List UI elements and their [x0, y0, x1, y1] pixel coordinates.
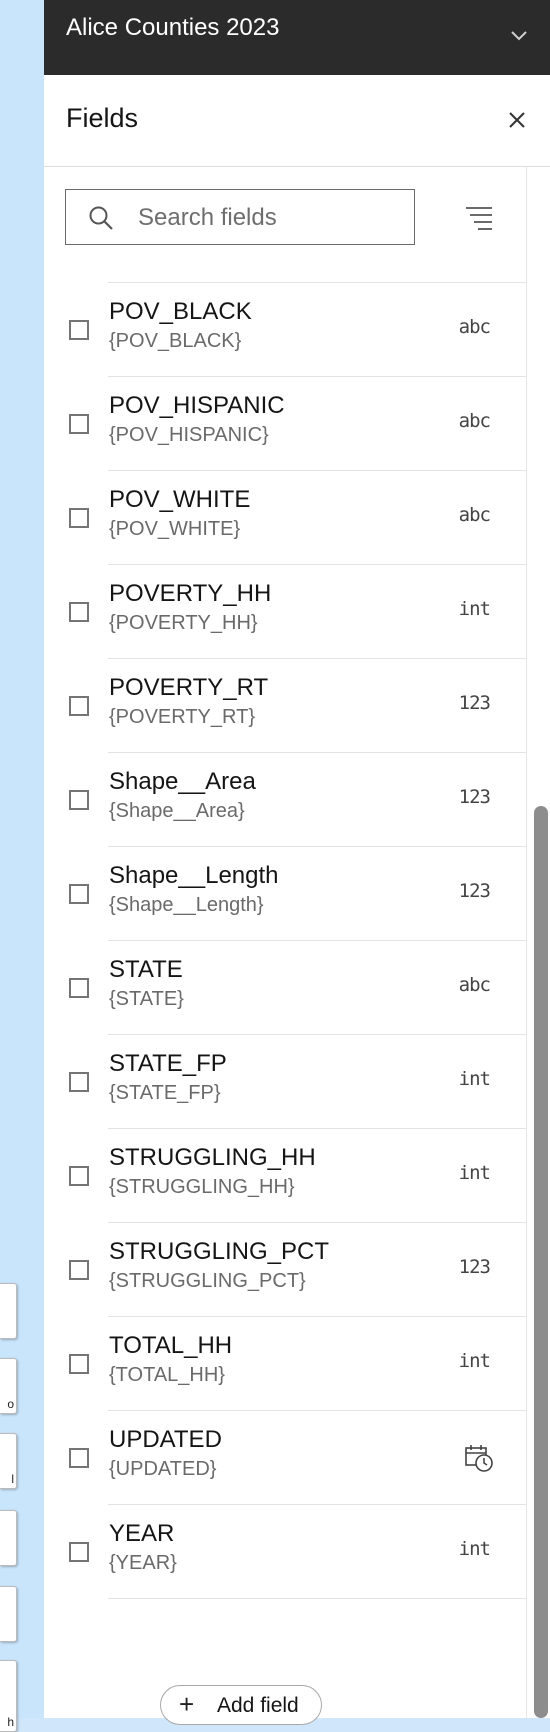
field-checkbox[interactable] — [69, 696, 89, 716]
field-alias: {STATE} — [109, 988, 184, 1010]
field-row[interactable]: POVERTY_RT {POVERTY_RT} 123 — [44, 659, 526, 753]
field-name: POVERTY_HH — [109, 580, 272, 607]
field-name: UPDATED — [109, 1426, 222, 1453]
map-widget-label: o — [7, 1397, 14, 1411]
scrollbar-thumb[interactable] — [534, 806, 548, 1718]
field-row[interactable]: TOTAL_HH {TOTAL_HH} int — [44, 1317, 526, 1411]
field-row[interactable]: STRUGGLING_HH {STRUGGLING_HH} int — [44, 1129, 526, 1223]
field-checkbox[interactable] — [69, 1354, 89, 1374]
map-widget[interactable]: o — [0, 1358, 17, 1414]
field-alias: {STATE_FP} — [109, 1082, 221, 1104]
field-row[interactable]: Shape__Length {Shape__Length} 123 — [44, 847, 526, 941]
row-divider — [108, 1598, 526, 1599]
field-alias: {Shape__Area} — [109, 800, 245, 822]
field-name: STRUGGLING_HH — [109, 1144, 316, 1171]
fields-header: Fields — [44, 75, 550, 167]
field-alias: {STRUGGLING_PCT} — [109, 1270, 306, 1292]
field-checkbox[interactable] — [69, 1448, 89, 1468]
field-checkbox[interactable] — [69, 1260, 89, 1280]
map-view[interactable]: o l h — [0, 0, 44, 1732]
search-icon — [89, 206, 113, 230]
field-row[interactable]: POV_HISPANIC {POV_HISPANIC} abc — [44, 377, 526, 471]
field-alias: {POV_HISPANIC} — [109, 424, 269, 446]
map-widget-label: l — [11, 1472, 14, 1486]
field-row[interactable]: YEAR {YEAR} int — [44, 1505, 526, 1599]
field-name: STATE — [109, 956, 183, 983]
fields-content: {GEO_LABEL}---GEOID{GEOID}intPOV_BLACK{P… — [44, 167, 526, 1718]
field-checkbox[interactable] — [69, 884, 89, 904]
field-checkbox[interactable] — [69, 320, 89, 340]
field-row[interactable]: STRUGGLING_PCT {STRUGGLING_PCT} 123 — [44, 1223, 526, 1317]
plus-icon: + — [179, 1689, 195, 1719]
field-name: POVERTY_RT — [109, 674, 269, 701]
field-alias: {Shape__Length} — [109, 894, 264, 916]
field-type-icon: int — [458, 1068, 491, 1090]
map-widget[interactable] — [0, 1586, 17, 1642]
fields-panel: Alice Counties 2023 Fields {GEO_LABEL}--… — [44, 0, 550, 1718]
field-row[interactable]: POV_WHITE {POV_WHITE} abc — [44, 471, 526, 565]
field-type-icon: int — [458, 598, 491, 620]
map-widget[interactable] — [0, 1283, 17, 1339]
map-widget[interactable] — [0, 1510, 17, 1566]
field-name: TOTAL_HH — [109, 1332, 233, 1359]
field-type-icon: 123 — [458, 786, 491, 808]
sort-filter-icon[interactable] — [464, 203, 494, 233]
field-checkbox[interactable] — [69, 1542, 89, 1562]
field-row[interactable]: STATE {STATE} abc — [44, 941, 526, 1035]
field-row[interactable]: POV_BLACK {POV_BLACK} abc — [44, 283, 526, 377]
layer-header[interactable]: Alice Counties 2023 — [44, 0, 550, 75]
map-widget[interactable]: h — [0, 1660, 17, 1732]
field-name: POV_HISPANIC — [109, 392, 285, 419]
field-alias: {POV_BLACK} — [109, 330, 242, 352]
field-row[interactable]: STATE_FP {STATE_FP} int — [44, 1035, 526, 1129]
field-name: YEAR — [109, 1520, 175, 1547]
field-type-icon: int — [458, 1162, 491, 1184]
field-checkbox[interactable] — [69, 602, 89, 622]
field-row[interactable]: Shape__Area {Shape__Area} 123 — [44, 753, 526, 847]
search-bar — [44, 167, 526, 261]
field-type-icon: int — [458, 1350, 491, 1372]
field-name: POV_BLACK — [109, 298, 252, 325]
date-time-icon — [465, 1445, 493, 1472]
field-alias: {STRUGGLING_HH} — [109, 1176, 295, 1198]
field-checkbox[interactable] — [69, 790, 89, 810]
field-checkbox[interactable] — [69, 978, 89, 998]
field-name: Shape__Area — [109, 768, 256, 795]
layer-title: Alice Counties 2023 — [66, 14, 280, 41]
field-alias: {POVERTY_HH} — [109, 612, 258, 634]
field-type-icon: int — [458, 1538, 491, 1560]
search-box[interactable] — [65, 189, 415, 245]
field-name: STATE_FP — [109, 1050, 227, 1077]
field-alias: {POV_WHITE} — [109, 518, 241, 540]
field-checkbox[interactable] — [69, 414, 89, 434]
close-icon[interactable] — [506, 109, 528, 131]
chevron-down-icon[interactable] — [508, 24, 530, 46]
field-alias: {UPDATED} — [109, 1458, 217, 1480]
field-checkbox[interactable] — [69, 508, 89, 528]
add-field-button[interactable]: + Add field — [160, 1685, 322, 1725]
field-name: STRUGGLING_PCT — [109, 1238, 330, 1265]
search-input[interactable] — [136, 200, 410, 236]
field-alias: {YEAR} — [109, 1552, 177, 1574]
field-name: Shape__Length — [109, 862, 279, 889]
map-widget[interactable]: l — [0, 1433, 17, 1489]
field-type-icon: 123 — [458, 880, 491, 902]
field-row[interactable]: POVERTY_HH {POVERTY_HH} int — [44, 565, 526, 659]
field-alias: {TOTAL_HH} — [109, 1364, 225, 1386]
field-type-icon: 123 — [458, 692, 491, 714]
panel-title: Fields — [66, 103, 139, 133]
field-type-icon: abc — [458, 974, 491, 996]
map-widget-label: h — [7, 1715, 14, 1729]
field-checkbox[interactable] — [69, 1166, 89, 1186]
field-type-icon: abc — [458, 504, 491, 526]
add-field-label: Add field — [217, 1694, 299, 1717]
field-name: POV_WHITE — [109, 486, 251, 513]
field-type-icon: 123 — [458, 1256, 491, 1278]
field-type-icon: abc — [458, 316, 491, 338]
field-type-icon: abc — [458, 410, 491, 432]
field-list: {GEO_LABEL}---GEOID{GEOID}intPOV_BLACK{P… — [44, 167, 526, 1599]
field-row[interactable]: UPDATED {UPDATED} — [44, 1411, 526, 1505]
field-alias: {POVERTY_RT} — [109, 706, 255, 728]
field-checkbox[interactable] — [69, 1072, 89, 1092]
